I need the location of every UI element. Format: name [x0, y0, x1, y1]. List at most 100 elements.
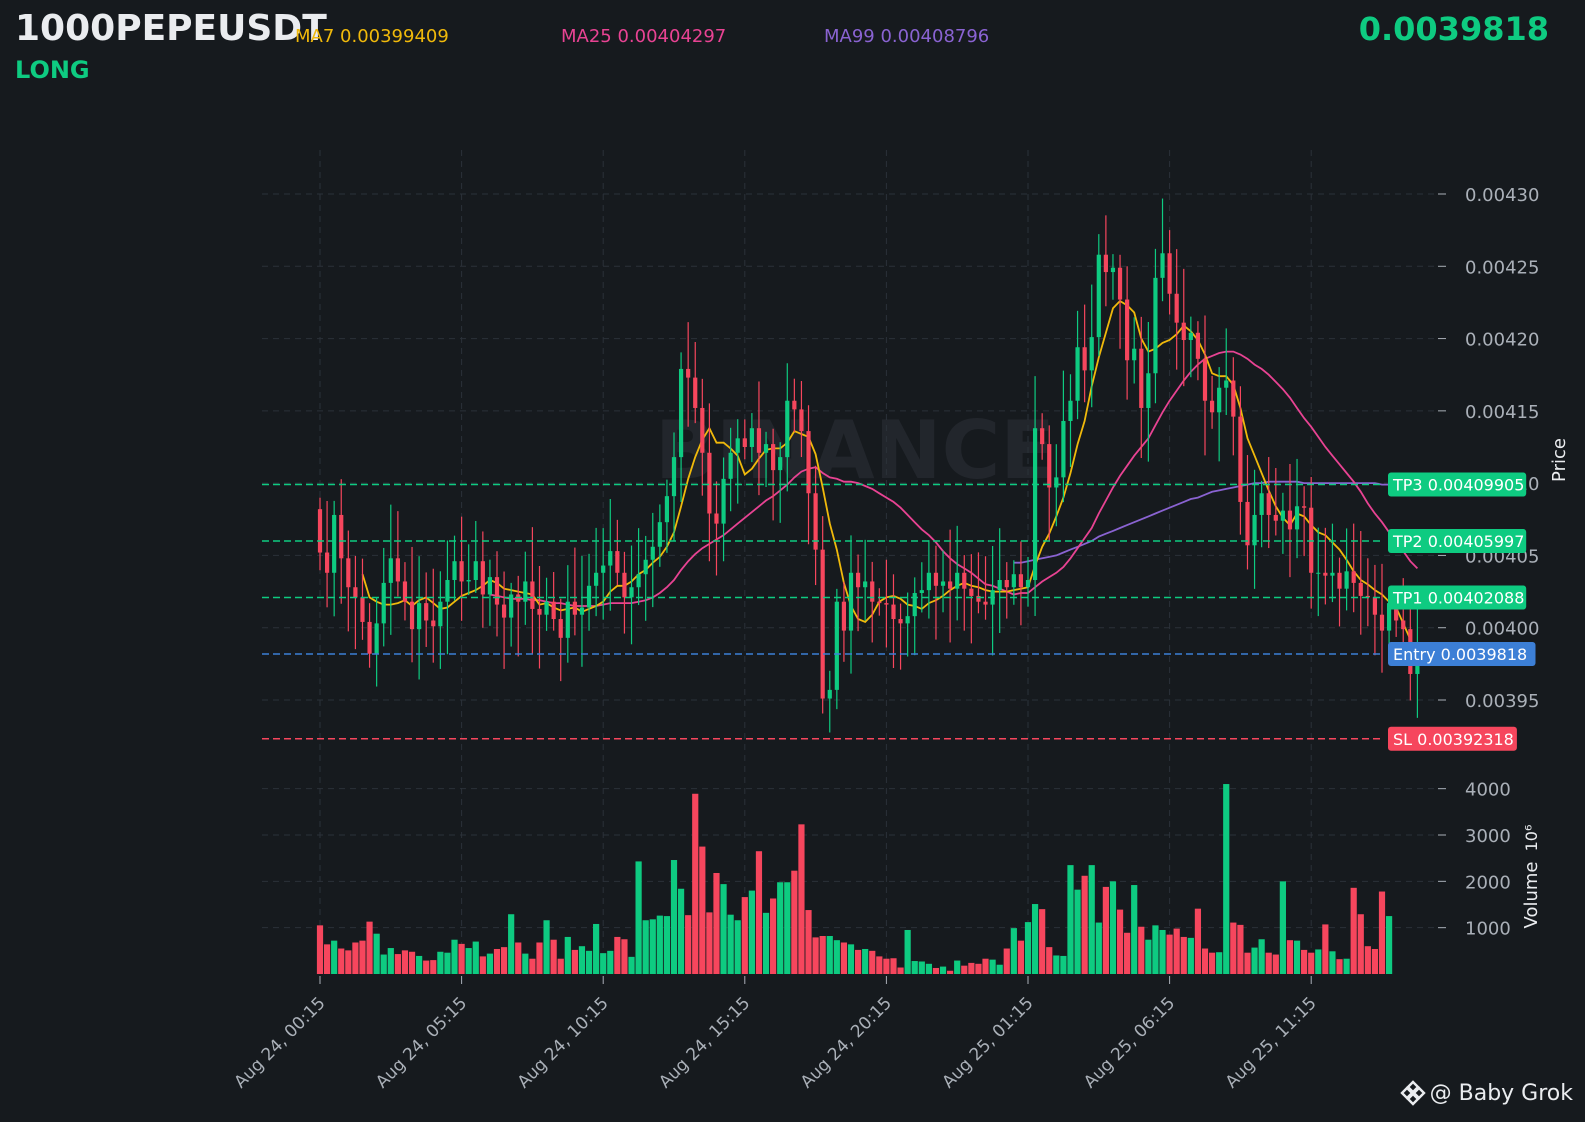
volume-bar — [578, 946, 586, 974]
volume-bar — [387, 948, 394, 974]
volume-bar — [600, 953, 607, 974]
volume-bar — [529, 958, 536, 974]
volume-bar — [947, 970, 954, 974]
candle-body — [1004, 580, 1009, 588]
volume-bar — [1109, 881, 1117, 974]
volume-bar — [323, 944, 331, 974]
candle-body — [1061, 420, 1066, 478]
candle-body — [1202, 358, 1208, 401]
ma99-line — [1013, 480, 1439, 564]
candle-body — [1379, 614, 1385, 631]
candle-body — [785, 400, 790, 458]
candle-body — [877, 601, 882, 604]
volume-bar — [1088, 865, 1095, 974]
candle-body — [1337, 572, 1342, 589]
volume-bar — [1216, 952, 1223, 974]
volume-bar — [1074, 889, 1081, 974]
volume-bar — [1031, 904, 1039, 974]
volume-bar — [479, 956, 486, 974]
credit-text: @ Baby Grok — [1429, 1080, 1573, 1106]
candle-body — [1040, 428, 1045, 445]
candle-body — [558, 619, 563, 638]
candle-body — [629, 587, 634, 598]
candle-body — [863, 581, 868, 588]
price-axis-title: Price — [1549, 438, 1570, 482]
candle-body — [678, 368, 684, 458]
candle-body — [820, 549, 825, 699]
volume-bar — [352, 942, 359, 974]
volume-bar — [423, 960, 430, 974]
volume-bar — [458, 943, 465, 974]
volume-bar — [1124, 932, 1131, 974]
volume-bar — [869, 950, 876, 974]
volume-bar — [1145, 939, 1152, 974]
candle-body — [1323, 572, 1328, 576]
candle-body — [565, 601, 570, 638]
volume-bar — [500, 947, 508, 974]
candle-body — [735, 438, 740, 453]
candle-body — [898, 619, 903, 624]
volume-bar — [663, 916, 671, 974]
candle-body — [402, 581, 408, 602]
volume-bar — [699, 846, 706, 974]
candle-body — [1302, 506, 1307, 508]
time-tick-label: Aug 24, 15:15 — [655, 993, 754, 1092]
volume-bar — [727, 914, 734, 974]
candle-body — [707, 452, 712, 514]
volume-bar — [1116, 909, 1124, 974]
candle-body — [1075, 347, 1080, 401]
volume-bar — [954, 960, 961, 974]
binance-logo-icon — [1399, 1080, 1426, 1106]
volume-bar — [522, 953, 529, 974]
candle-body — [905, 616, 910, 624]
volume-bar — [784, 882, 791, 974]
volume-bar — [451, 939, 458, 974]
candle-body — [671, 457, 677, 497]
candle-body — [353, 587, 358, 598]
candle-body — [650, 546, 655, 560]
candle-body — [388, 558, 393, 583]
volume-bar — [557, 958, 564, 974]
volume-bar — [1131, 885, 1138, 974]
ma7-legend: MA7 0.00399409 — [295, 26, 449, 47]
volume-bar — [585, 950, 593, 974]
volume-bar — [918, 961, 925, 974]
price-tick-label: 0.00415 — [1465, 402, 1539, 423]
volume-bar — [1371, 948, 1379, 974]
volume-bar — [1244, 952, 1251, 974]
candle-body — [360, 597, 365, 622]
volume-bar — [621, 939, 628, 974]
candle-body — [997, 580, 1002, 591]
candle-body — [608, 551, 613, 566]
candle-body — [1167, 253, 1172, 294]
volume-bar — [1286, 940, 1294, 974]
volume-bar — [826, 936, 833, 974]
volume-bar — [862, 948, 869, 974]
candle-body — [537, 608, 542, 615]
price-tick-label: 0.00395 — [1465, 691, 1539, 712]
candle-body — [594, 572, 599, 586]
volume-bar — [593, 923, 600, 974]
volume-bar — [798, 824, 805, 974]
volume-bar — [854, 949, 862, 974]
candle-body — [431, 620, 436, 627]
candle-body — [1280, 510, 1285, 521]
volume-bar — [770, 898, 777, 974]
candle-body — [1401, 620, 1406, 630]
volume-bars — [316, 784, 1393, 974]
candle-body — [1054, 477, 1059, 488]
volume-bar — [493, 948, 501, 974]
tp3-label: TP3 0.00409905 — [1392, 476, 1524, 495]
volume-bar — [1385, 916, 1393, 974]
candle-body — [417, 603, 422, 630]
candle-body — [1266, 493, 1271, 515]
volume-bar — [762, 912, 770, 974]
time-tick-label: Aug 24, 00:15 — [231, 993, 330, 1092]
candle-body — [834, 601, 839, 690]
volume-bar — [536, 942, 543, 974]
candle-body — [891, 604, 896, 620]
volume-bar — [677, 888, 685, 974]
grid — [262, 150, 1438, 974]
volume-bar — [331, 940, 338, 974]
candle-body — [1181, 322, 1186, 341]
